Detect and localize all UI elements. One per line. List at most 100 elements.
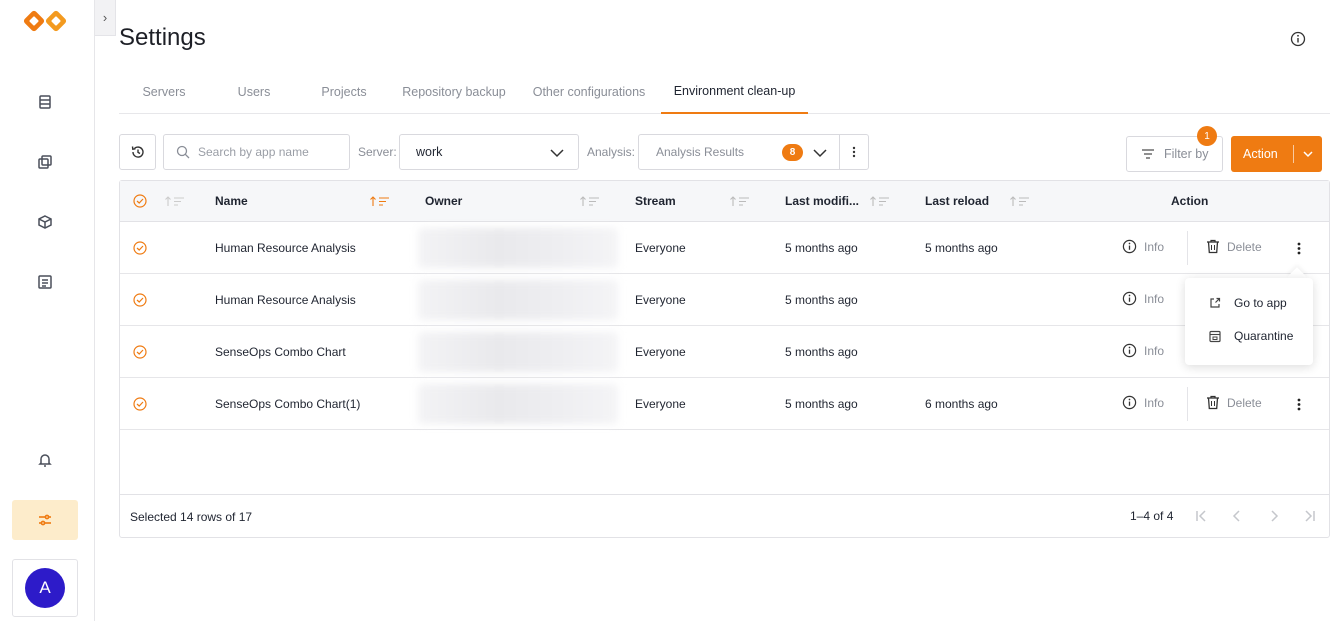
database-icon[interactable]: [36, 93, 54, 111]
column-last-reload[interactable]: Last reload: [925, 194, 989, 208]
info-button[interactable]: Info: [1122, 395, 1164, 410]
trash-icon: [1207, 239, 1219, 254]
divider: [1187, 231, 1188, 265]
info-button[interactable]: Info: [1122, 291, 1164, 306]
external-link-icon: [1210, 297, 1221, 308]
tab-other-configurations[interactable]: Other configurations: [519, 70, 659, 114]
tab-projects[interactable]: Projects: [299, 70, 389, 114]
row-more-button[interactable]: [1292, 240, 1306, 256]
brand-logo: [23, 10, 67, 32]
history-icon: [131, 146, 144, 158]
table-header: Name Owner Stream Last modifi... Last re…: [120, 181, 1329, 222]
selection-count: Selected 14 rows of 17: [130, 510, 253, 524]
info-button[interactable]: Info: [1122, 239, 1164, 254]
last-modified: 5 months ago: [785, 241, 858, 255]
stream: Everyone: [635, 293, 686, 307]
table-row[interactable]: Human Resource Analysis Everyone 5 month…: [120, 274, 1329, 326]
more-vertical-icon: [1297, 398, 1301, 410]
search-icon: [176, 145, 190, 159]
sort-icon[interactable]: [579, 195, 601, 207]
tab-repository-backup[interactable]: Repository backup: [389, 70, 519, 114]
delete-label: Delete: [1227, 239, 1262, 254]
row-checkbox[interactable]: [133, 241, 147, 255]
chevron-down-icon: [550, 149, 564, 158]
table-footer: Selected 14 rows of 17 1–4 of 4: [120, 494, 1329, 537]
owner-redacted: [418, 384, 618, 424]
report-icon[interactable]: [36, 273, 54, 291]
next-page-icon[interactable]: [1266, 508, 1282, 524]
column-last-modified[interactable]: Last modifi...: [785, 194, 859, 208]
sort-icon[interactable]: [1009, 195, 1031, 207]
analysis-value: Analysis Results: [656, 145, 745, 159]
action-button[interactable]: Action: [1231, 136, 1322, 172]
last-modified: 5 months ago: [785, 293, 858, 307]
analysis-more-button[interactable]: [839, 134, 869, 170]
history-button[interactable]: [119, 134, 156, 170]
app-name: Human Resource Analysis: [215, 241, 356, 255]
info-icon: [1122, 291, 1137, 306]
info-icon[interactable]: [1290, 31, 1306, 47]
table-row[interactable]: Human Resource Analysis Everyone 5 month…: [120, 222, 1329, 274]
package-icon[interactable]: [36, 213, 54, 231]
apps-table: Name Owner Stream Last modifi... Last re…: [119, 180, 1330, 538]
tab-servers[interactable]: Servers: [119, 70, 209, 114]
bell-icon[interactable]: [36, 451, 54, 469]
sort-asc-icon[interactable]: [369, 195, 391, 207]
analysis-select[interactable]: Analysis Results: [638, 134, 840, 170]
menu-label: Go to app: [1234, 296, 1287, 310]
info-button[interactable]: Info: [1122, 343, 1164, 358]
info-label: Info: [1144, 239, 1165, 254]
avatar[interactable]: A: [25, 568, 65, 608]
column-action: Action: [1171, 194, 1209, 208]
menu-label: Quarantine: [1234, 329, 1294, 343]
menu-item-quarantine[interactable]: Quarantine: [1185, 322, 1313, 350]
column-name[interactable]: Name: [215, 194, 248, 208]
tab-users[interactable]: Users: [209, 70, 299, 114]
filter-count-badge: 1: [1197, 126, 1217, 146]
more-vertical-icon: [1297, 242, 1301, 254]
info-label: Info: [1144, 291, 1165, 306]
row-more-button[interactable]: [1292, 396, 1306, 412]
menu-item-go-to-app[interactable]: Go to app: [1185, 289, 1313, 317]
prev-page-icon[interactable]: [1229, 508, 1245, 524]
chevron-right-icon: ›: [102, 10, 108, 25]
sort-icon[interactable]: [164, 195, 186, 207]
owner-redacted: [418, 228, 618, 268]
row-checkbox[interactable]: [133, 397, 147, 411]
stream: Everyone: [635, 241, 686, 255]
sort-icon[interactable]: [869, 195, 891, 207]
delete-button[interactable]: Delete: [1206, 395, 1262, 410]
sort-icon[interactable]: [729, 195, 751, 207]
row-checkbox[interactable]: [133, 293, 147, 307]
copy-icon[interactable]: [36, 153, 54, 171]
search-input[interactable]: [198, 145, 338, 159]
sidebar-item-settings[interactable]: [12, 500, 78, 540]
row-checkbox[interactable]: [133, 345, 147, 359]
column-owner[interactable]: Owner: [425, 194, 462, 208]
tab-environment-clean-up[interactable]: Environment clean-up: [661, 70, 808, 114]
more-vertical-icon: [852, 146, 856, 158]
info-icon: [1122, 239, 1137, 254]
info-label: Info: [1144, 343, 1165, 358]
server-select[interactable]: work: [399, 134, 579, 170]
sidebar: A: [0, 0, 95, 621]
table-row[interactable]: SenseOps Combo Chart Everyone 5 months a…: [120, 326, 1329, 378]
page-title: Settings: [119, 24, 206, 51]
expand-sidebar-button[interactable]: ›: [95, 0, 116, 36]
column-stream[interactable]: Stream: [635, 194, 676, 208]
owner-redacted: [418, 332, 618, 372]
analysis-count-badge: 8: [782, 144, 803, 161]
page-range: 1–4 of 4: [1130, 509, 1174, 523]
first-page-icon[interactable]: [1193, 508, 1209, 524]
select-all-checkbox[interactable]: [133, 194, 147, 208]
row-action-menu: Go to app Quarantine: [1185, 278, 1313, 365]
delete-button[interactable]: Delete: [1206, 239, 1262, 254]
last-page-icon[interactable]: [1302, 508, 1318, 524]
filter-label: Filter by: [1164, 147, 1209, 161]
user-menu[interactable]: A: [12, 559, 78, 617]
table-row[interactable]: SenseOps Combo Chart(1) Everyone 5 month…: [120, 378, 1329, 430]
server-label: Server:: [358, 145, 397, 159]
chevron-down-icon[interactable]: [1294, 150, 1322, 158]
action-label: Action: [1243, 147, 1278, 161]
app-name: SenseOps Combo Chart: [215, 345, 346, 359]
